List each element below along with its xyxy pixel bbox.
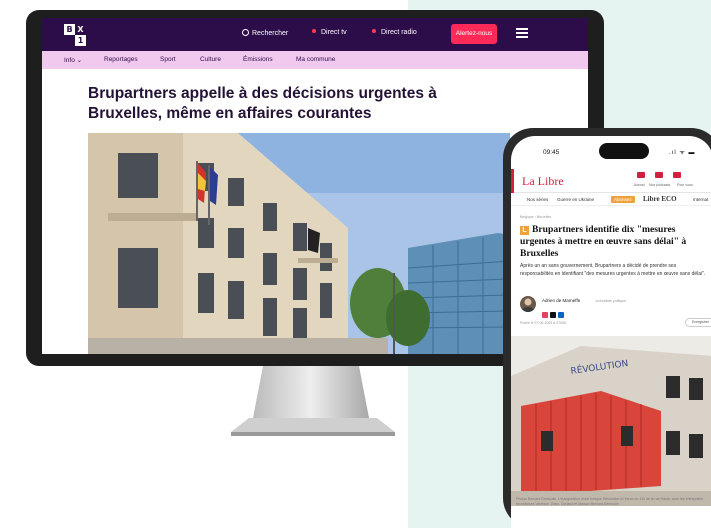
- nav-item-reportages[interactable]: Reportages: [104, 56, 138, 63]
- hamburger-menu-icon[interactable]: [516, 28, 528, 39]
- lalibre-logo[interactable]: La Libre: [522, 174, 564, 188]
- tool-label-podcasts: Nos podcasts: [649, 183, 671, 187]
- lalibre-mobile-site: 09:45 .ıl ᯤ ▬ La Libre Journal Nos podca…: [511, 136, 711, 528]
- status-time: 09:45: [543, 149, 560, 156]
- nav-item-sport[interactable]: Sport: [160, 56, 176, 63]
- live-dot-icon: [372, 29, 376, 33]
- journal-icon[interactable]: [637, 172, 645, 178]
- dynamic-island: [599, 143, 649, 159]
- subnav-nos-series[interactable]: Nos séries: [527, 197, 548, 202]
- direct-tv-link[interactable]: Direct tv: [312, 29, 347, 36]
- x-icon[interactable]: [550, 312, 556, 318]
- publish-date: Publié le 07-06-2025 à 07h56: [520, 321, 566, 325]
- article-photo-mural: RÉVOLUTION: [511, 336, 711, 506]
- monitor-stand-base: [231, 418, 395, 436]
- article-photo: [88, 133, 510, 354]
- nav-item-culture[interactable]: Culture: [200, 56, 221, 63]
- save-button[interactable]: Enregistrer: [685, 318, 711, 327]
- author-role: Journaliste politique: [595, 299, 626, 303]
- live-dot-icon: [312, 29, 316, 33]
- subnav-libre-eco[interactable]: Libre ECO: [643, 196, 677, 203]
- status-icons: .ıl ᯤ ▬: [669, 150, 696, 156]
- premium-badge: L: [520, 226, 529, 235]
- nav-item-info[interactable]: Info ⌄: [64, 56, 82, 64]
- article-lead: Après un an sans gouvernement, Brupartne…: [520, 263, 706, 277]
- author-avatar[interactable]: [520, 296, 536, 312]
- lalibre-subnav: Nos séries Guerre en Ukraine Abonnez Lib…: [511, 194, 711, 206]
- search-icon: [242, 29, 249, 36]
- subnav-abonnez[interactable]: Abonnez: [611, 196, 635, 203]
- tool-label-pour-vous: Pour vous: [677, 183, 693, 187]
- article-headline: Brupartners appelle à des décisions urge…: [88, 85, 437, 122]
- bx1-nav: Info ⌄ Reportages Sport Culture Émission…: [42, 51, 588, 69]
- monitor-stand-neck: [253, 366, 369, 418]
- breadcrumb[interactable]: Belgique › Bruxelles: [520, 215, 551, 219]
- bx1-logo[interactable]: B X 1: [64, 24, 86, 46]
- bx1-topbar: B X 1 Rechercher Direct tv Direct radio …: [42, 18, 588, 51]
- header-accent: [511, 169, 514, 193]
- smartphone: 09:45 .ıl ᯤ ▬ La Libre Journal Nos podca…: [503, 128, 711, 528]
- header-tools: Journal Nos podcasts Pour vous: [633, 172, 711, 187]
- podcast-icon[interactable]: [655, 172, 663, 178]
- author-name[interactable]: Adrien de Marneffe: [542, 298, 580, 303]
- subnav-guerre-ukraine[interactable]: Guerre en Ukraine: [557, 197, 594, 202]
- article-title: L Brupartners identifie dix "mesures urge…: [520, 224, 687, 259]
- search-button[interactable]: Rechercher: [242, 29, 288, 37]
- pour-vous-icon[interactable]: [673, 172, 681, 178]
- photo-caption: Photos Bernard Demoulin. L'inauguration …: [516, 497, 703, 506]
- nav-item-ma-commune[interactable]: Ma commune: [296, 56, 335, 63]
- direct-radio-link[interactable]: Direct radio: [372, 29, 417, 36]
- nav-item-emissions[interactable]: Émissions: [243, 56, 273, 63]
- linkedin-icon[interactable]: [558, 312, 564, 318]
- alert-button[interactable]: Alertez-nous: [451, 24, 497, 44]
- subnav-international[interactable]: Internat: [693, 197, 708, 202]
- instagram-icon[interactable]: [542, 312, 548, 318]
- tool-label-journal: Journal: [633, 183, 645, 187]
